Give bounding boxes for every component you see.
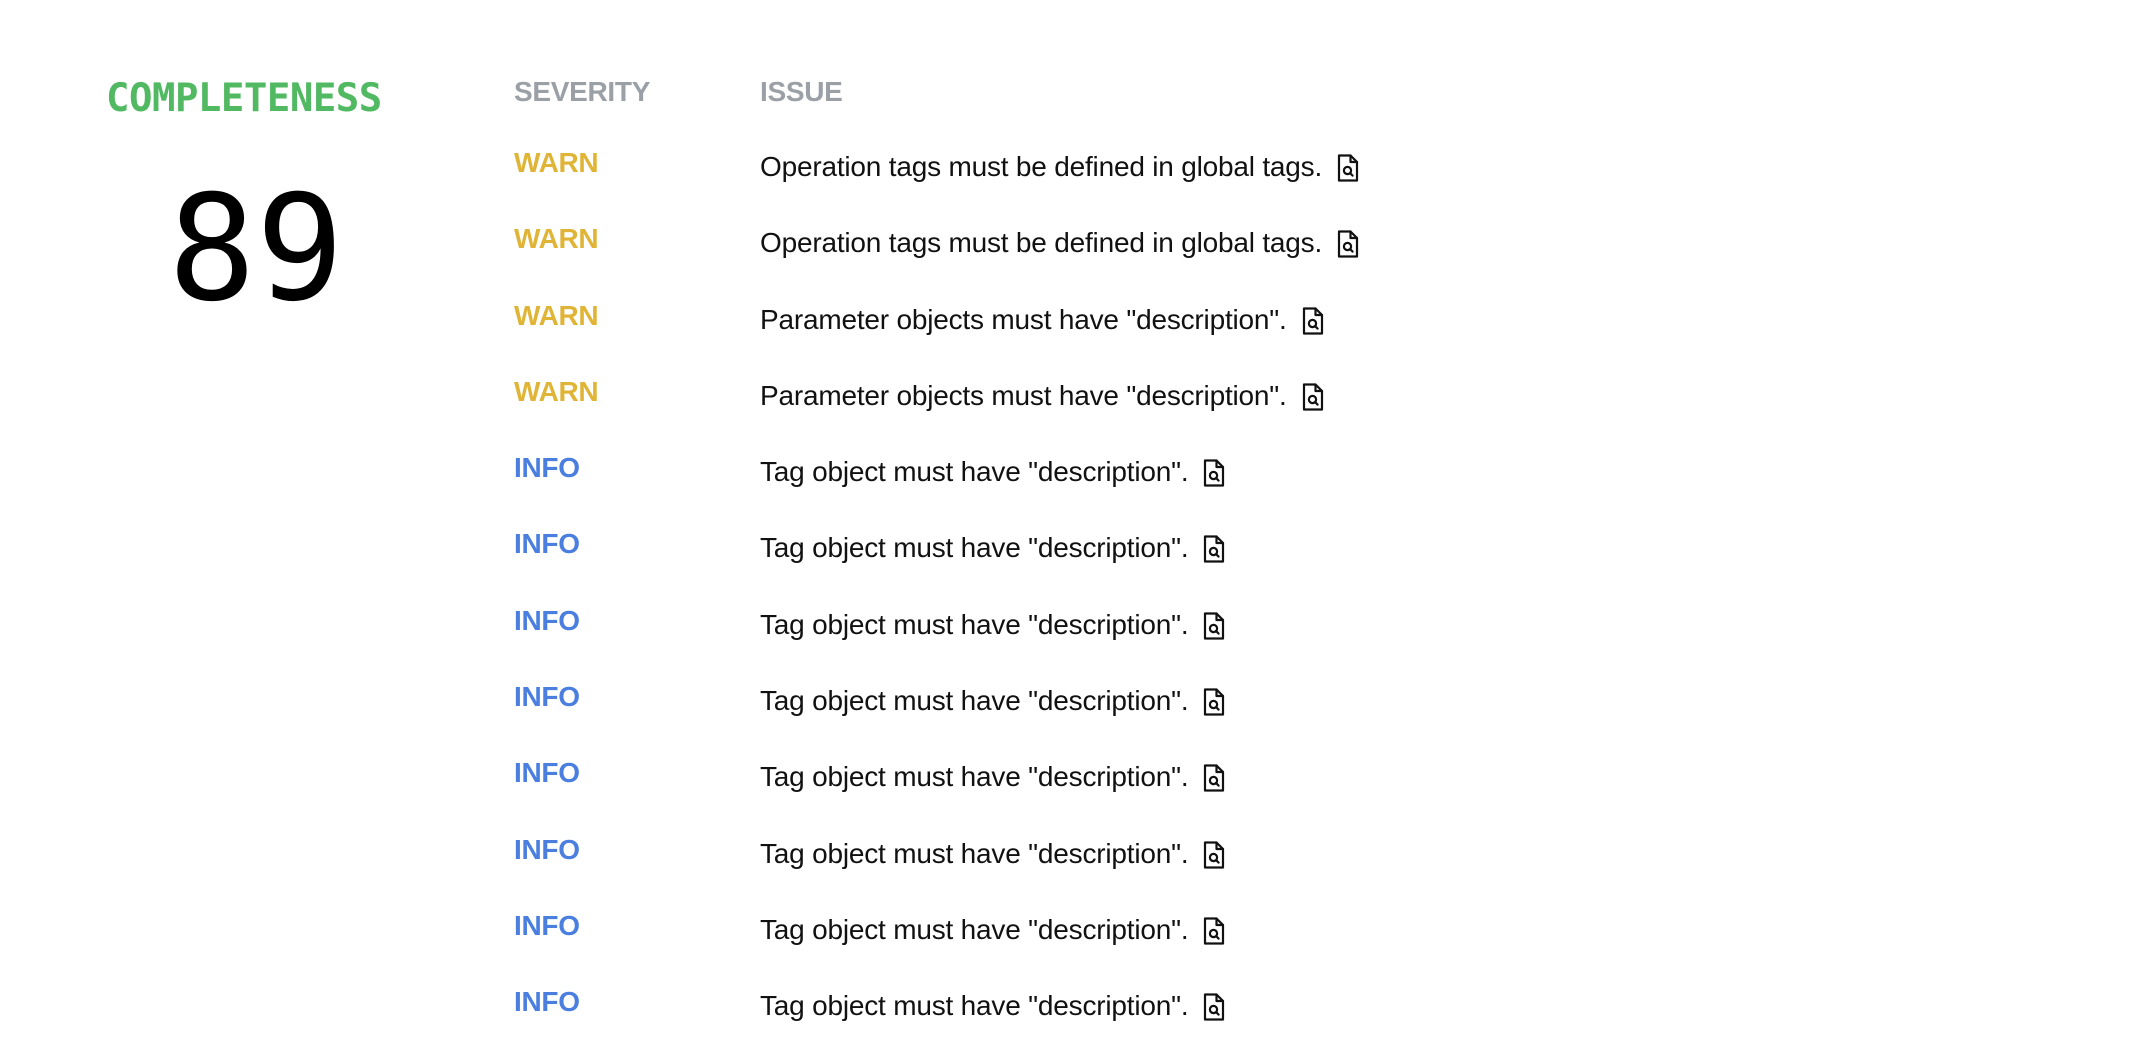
severity-badge: INFO	[514, 604, 580, 636]
issues-table: SEVERITY ISSUE WARN Operation tags must …	[514, 70, 1360, 1057]
severity-badge: WARN	[514, 299, 599, 331]
issue-text: Tag object must have "description".	[760, 761, 1189, 793]
file-search-icon[interactable]	[1202, 840, 1226, 870]
file-search-icon[interactable]	[1301, 382, 1325, 412]
file-search-icon[interactable]	[1336, 229, 1360, 259]
table-row: INFO Tag object must have "description".	[514, 675, 1360, 751]
table-row: INFO Tag object must have "description".	[514, 980, 1360, 1056]
table-row: WARN Parameter objects must have "descri…	[514, 370, 1360, 446]
severity-badge: INFO	[514, 833, 580, 865]
issue-text: Tag object must have "description".	[760, 913, 1189, 945]
table-row: INFO Tag object must have "description".	[514, 904, 1360, 980]
issue-text: Tag object must have "description".	[760, 685, 1189, 717]
file-search-icon[interactable]	[1202, 763, 1226, 793]
file-search-icon[interactable]	[1202, 534, 1226, 564]
severity-badge: INFO	[514, 986, 580, 1018]
table-row: INFO Tag object must have "description".	[514, 446, 1360, 522]
severity-badge: WARN	[514, 223, 599, 255]
severity-badge: INFO	[514, 681, 580, 713]
issue-text: Tag object must have "description".	[760, 837, 1189, 869]
severity-badge: INFO	[514, 452, 580, 484]
table-row: WARN Parameter objects must have "descri…	[514, 294, 1360, 370]
severity-badge: WARN	[514, 375, 599, 407]
table-row: INFO Tag object must have "description".	[514, 522, 1360, 598]
file-search-icon[interactable]	[1202, 916, 1226, 946]
table-row: WARN Operation tags must be defined in g…	[514, 141, 1360, 217]
file-search-icon[interactable]	[1202, 687, 1226, 717]
file-search-icon[interactable]	[1336, 153, 1360, 183]
issue-text: Tag object must have "description".	[760, 456, 1189, 488]
issue-text: Operation tags must be defined in global…	[760, 151, 1323, 182]
severity-badge: INFO	[514, 757, 580, 789]
file-search-icon[interactable]	[1301, 306, 1325, 336]
issue-text: Operation tags must be defined in global…	[760, 227, 1323, 259]
severity-badge: INFO	[514, 909, 580, 941]
table-header: SEVERITY ISSUE	[514, 70, 1360, 114]
issue-text: Tag object must have "description".	[760, 990, 1189, 1022]
severity-badge: WARN	[514, 147, 599, 178]
issue-column-header: ISSUE	[760, 76, 843, 107]
file-search-icon[interactable]	[1202, 458, 1226, 488]
file-search-icon[interactable]	[1202, 992, 1226, 1022]
table-row: WARN Operation tags must be defined in g…	[514, 217, 1360, 293]
issue-text: Tag object must have "description".	[760, 608, 1189, 640]
severity-column-header: SEVERITY	[514, 76, 651, 107]
issue-text: Tag object must have "description".	[760, 532, 1189, 564]
severity-badge: INFO	[514, 528, 580, 560]
score-title: COMPLETENESS	[106, 76, 382, 121]
table-row: INFO Tag object must have "description".	[514, 828, 1360, 904]
score-value: 89	[168, 164, 344, 334]
table-row: INFO Tag object must have "description".	[514, 599, 1360, 675]
issue-rows: WARN Operation tags must be defined in g…	[514, 141, 1360, 1057]
completeness-score-panel: COMPLETENESS 89	[106, 72, 406, 334]
file-search-icon[interactable]	[1202, 611, 1226, 641]
issue-text: Parameter objects must have "description…	[760, 379, 1287, 411]
table-row: INFO Tag object must have "description".	[514, 751, 1360, 827]
issue-text: Parameter objects must have "description…	[760, 303, 1287, 335]
